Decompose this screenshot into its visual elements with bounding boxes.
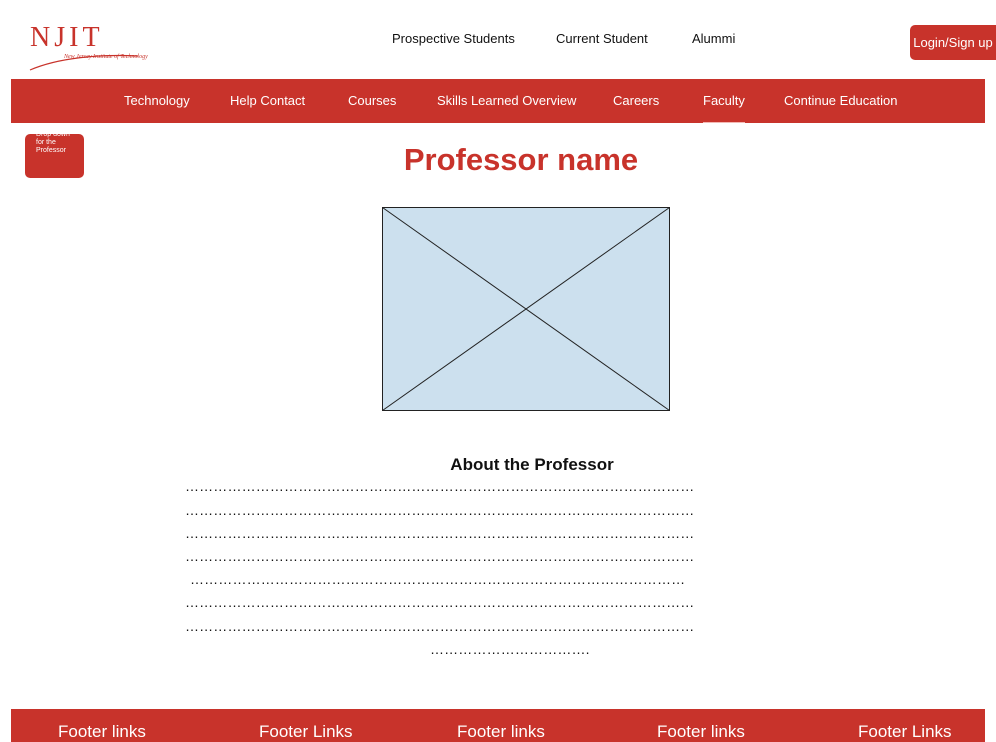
image-placeholder-icon — [382, 207, 670, 411]
footer-link[interactable]: Footer Links — [259, 722, 353, 742]
top-nav-current-student[interactable]: Current Student — [556, 31, 648, 46]
top-nav-alumni[interactable]: Alummi — [692, 31, 735, 46]
about-text-line: ……………………………………………………………………………………………… — [185, 502, 695, 518]
about-text-line: ……………………………………………………………………………………………… — [185, 525, 695, 541]
about-text-line: …………………………………………………………………………………………… — [190, 571, 686, 587]
nav-item-faculty[interactable]: Faculty — [703, 79, 745, 123]
footer-link[interactable]: Footer Links — [858, 722, 952, 742]
logo-tagline: New Jersey Institute of Technology — [64, 54, 148, 60]
about-text-line: ……………………………. — [430, 641, 590, 657]
footer-bar: Footer links Footer Links Footer links F… — [11, 709, 985, 742]
login-signup-button[interactable]: Login/Sign up — [910, 25, 996, 60]
about-heading: About the Professor — [450, 455, 614, 474]
nav-item-skills-learned-overview[interactable]: Skills Learned Overview — [437, 79, 576, 123]
nav-item-technology[interactable]: Technology — [124, 79, 190, 123]
nav-item-continue-education[interactable]: Continue Education — [784, 79, 897, 123]
nav-item-careers[interactable]: Careers — [613, 79, 659, 123]
about-text-line: ……………………………………………………………………………………………… — [185, 548, 695, 564]
footer-link[interactable]: Footer links — [457, 722, 545, 742]
footer-link[interactable]: Footer links — [657, 722, 745, 742]
top-nav-prospective-students[interactable]: Prospective Students — [392, 31, 515, 46]
about-text-line: ……………………………………………………………………………………………… — [185, 594, 695, 610]
njit-logo[interactable]: NJIT New Jersey Institute of Technology — [28, 24, 178, 71]
nav-item-help-contact[interactable]: Help Contact — [230, 79, 305, 123]
about-text-line: ……………………………………………………………………………………………… — [185, 478, 695, 494]
page-title: Professor name — [403, 142, 639, 177]
about-text-line: ……………………………………………………………………………………………… — [185, 618, 695, 634]
main-nav-bar: Technology Help Contact Courses Skills L… — [11, 79, 985, 123]
nav-item-courses[interactable]: Courses — [348, 79, 396, 123]
footer-link[interactable]: Footer links — [58, 722, 146, 742]
